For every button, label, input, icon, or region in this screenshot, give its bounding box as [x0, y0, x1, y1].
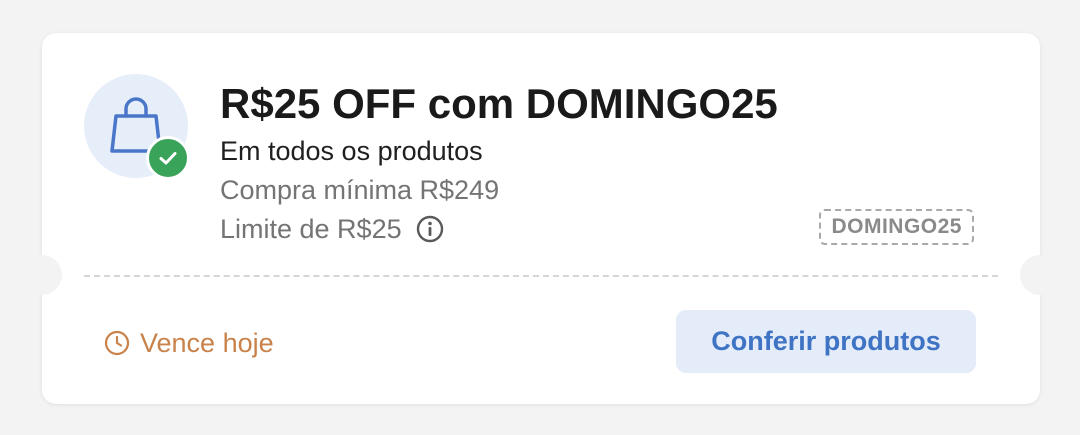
coupon-title: R$25 OFF com DOMINGO25 — [220, 80, 778, 127]
coupon-code-chip[interactable]: DOMINGO25 — [819, 209, 974, 245]
ticket-notch-right — [1020, 255, 1060, 295]
limit-row: Limite de R$25 — [220, 211, 444, 247]
view-products-button[interactable]: Conferir produtos — [676, 310, 976, 373]
check-badge — [146, 136, 190, 180]
info-icon[interactable] — [416, 215, 444, 243]
minimum-purchase: Compra mínima R$249 — [220, 175, 500, 205]
ticket-notch-left — [22, 255, 62, 295]
expiry-text: Vence hoje — [140, 328, 274, 358]
coupon-subtitle: Em todos os produtos — [220, 136, 483, 166]
coupon-card: R$25 OFF com DOMINGO25 Em todos os produ… — [22, 33, 1060, 404]
limit-text: Limite de R$25 — [220, 214, 402, 244]
coupon-icon-circle — [84, 74, 190, 180]
check-icon — [159, 152, 177, 165]
dashed-divider — [84, 275, 998, 277]
expiry-row: Vence hoje — [104, 325, 274, 361]
clock-icon — [104, 330, 130, 356]
